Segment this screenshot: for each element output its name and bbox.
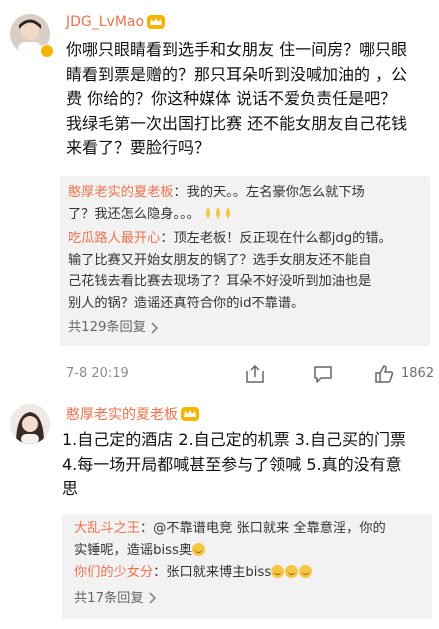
reply-username[interactable]: 大乱斗之王 xyxy=(74,521,140,536)
more-replies-link[interactable]: 共17条回复 xyxy=(74,588,386,610)
reply-line: 输了比赛又开始女朋友的锅了？选手女朋友还不能自 xyxy=(68,252,372,268)
like-count: 1862 xyxy=(401,366,435,381)
reply-username[interactable]: 憨厚老实的夏老板 xyxy=(68,185,174,200)
comment-card: 憨厚老实的夏老板 1.自己定的酒店 2.自己定的机票 3.自己买的门票 4.每一… xyxy=(0,388,439,629)
timestamp: 7-8 20:19 xyxy=(66,366,129,381)
content-line: 思 xyxy=(62,479,79,498)
reply-text: ：我的天。。左名豪你怎么就下场 xyxy=(173,185,365,200)
more-replies-text[interactable]: 共17条回复 xyxy=(74,588,144,610)
reply-text: 实锤呢，造谣biss奥 xyxy=(74,542,193,558)
content-line: 费 你给的？你这种媒体 说话不爱负责任是吧？ xyxy=(66,89,397,108)
reply-line: 了？我还怎么隐身。。。 xyxy=(68,204,392,226)
content-line: 睛看到票是赠的？那只耳朵听到没喊加油的 ，公 xyxy=(66,64,408,84)
reply-username[interactable]: 吃瓜路人最开心 xyxy=(68,231,160,246)
reply-text: 了？我还怎么隐身。。。 xyxy=(68,206,200,222)
more-replies-link[interactable]: 共129条回复 xyxy=(68,317,392,339)
reply-line[interactable]: 大乱斗之王：@不靠谱电竞 张口就来 全靠意淫，你的 xyxy=(74,518,386,540)
username-link[interactable]: 憨厚老实的夏老板 xyxy=(66,404,199,424)
reply-line[interactable]: 吃瓜路人最开心：顶左老板！反正现在什么都jdg的错。 xyxy=(68,228,392,250)
reply-line: 实锤呢，造谣biss奥 xyxy=(74,540,386,562)
chevron-right-icon xyxy=(148,592,156,604)
content-line: 我绿毛第一次出国打比赛 还不能女朋友自己花钱 xyxy=(66,113,408,133)
reply-line: 别人的锅？造谣还真符合你的id不靠谱。 xyxy=(68,295,305,311)
comment-content: 1.自己定的酒店 2.自己定的机票 3.自己买的门票 4.每一场开局都喊甚至参与… xyxy=(62,428,406,502)
content-line: 1.自己定的酒店 2.自己定的机票 3.自己买的门票 xyxy=(62,430,406,449)
username-text[interactable]: JDG_LvMao xyxy=(66,14,144,30)
crying-emoji-icon xyxy=(206,206,211,219)
laughing-emoji-icon xyxy=(299,565,313,578)
replies-box: 大乱斗之王：@不靠谱电竞 张口就来 全靠意淫，你的 实锤呢，造谣biss奥 你们… xyxy=(62,514,432,619)
comment-content: 你哪只眼睛看到选手和女朋友 住一间房？哪只眼 睛看到票是赠的？那只耳朵听到没喊加… xyxy=(66,38,407,161)
verified-badge xyxy=(40,44,54,58)
reply-username[interactable]: 你们的少女分 xyxy=(74,565,153,580)
reply-line: 己花钱去看比赛去现场了？耳朵不好没听到加油也是 xyxy=(68,274,372,289)
thumbs-up-icon[interactable] xyxy=(373,363,395,385)
vip-crown-icon xyxy=(147,15,166,29)
more-replies-text[interactable]: 共129条回复 xyxy=(68,317,146,339)
comment-icon[interactable] xyxy=(312,363,334,385)
laughing-emoji-icon xyxy=(192,542,206,556)
content-line: 你哪只眼睛看到选手和女朋友 住一间房？哪只眼 xyxy=(66,40,408,59)
laughing-emoji-icon xyxy=(271,565,285,578)
reply-text: ：@不靠谱电竞 张口就来 全靠意淫，你的 xyxy=(139,521,386,536)
crying-emoji-icon xyxy=(216,206,221,219)
comment-card: JDG_LvMao 你哪只眼睛看到选手和女朋友 住一间房？哪只眼 睛看到票是赠的… xyxy=(0,0,439,388)
content-line: 4.每一场开局都喊甚至参与了领喊 5.真的没有意 xyxy=(62,454,402,474)
content-line: 来看了？要脸行吗？ xyxy=(66,138,211,157)
replies-box: 憨厚老实的夏老板：我的天。。左名豪你怎么就下场 了？我还怎么隐身。。。 吃瓜路人… xyxy=(60,176,430,346)
laughing-emoji-icon xyxy=(285,565,299,578)
username-link[interactable]: JDG_LvMao xyxy=(66,14,166,30)
crying-emoji-icon xyxy=(226,206,231,219)
reply-line[interactable]: 你们的少女分：张口就来博主biss xyxy=(74,562,386,584)
share-icon[interactable] xyxy=(244,363,266,385)
vip-crown-icon xyxy=(181,407,199,421)
username-text[interactable]: 憨厚老实的夏老板 xyxy=(66,404,178,424)
reply-text: ：顶左老板！反正现在什么都jdg的错。 xyxy=(160,231,392,246)
user-avatar[interactable] xyxy=(10,404,50,444)
reply-line[interactable]: 憨厚老实的夏老板：我的天。。左名豪你怎么就下场 xyxy=(68,182,392,204)
reply-text: ：张口就来博主biss xyxy=(153,565,272,580)
chevron-right-icon xyxy=(151,322,159,334)
